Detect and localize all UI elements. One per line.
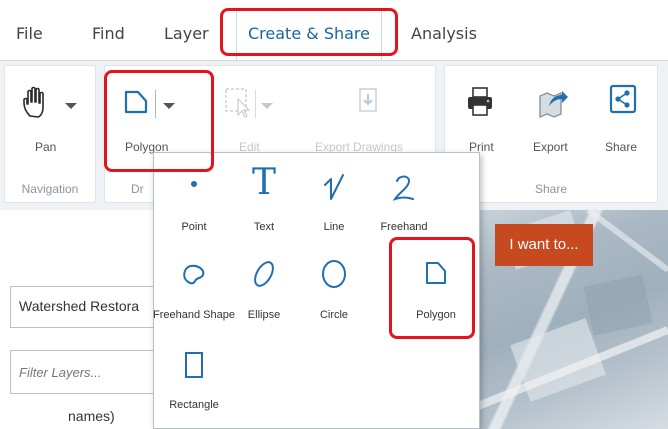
i-want-to-button[interactable]: I want to... [495, 224, 593, 266]
print-button[interactable]: Print [455, 78, 511, 158]
draw-rectangle-label: Rectangle [169, 399, 219, 411]
polygon-icon [426, 262, 446, 284]
draw-freehand-label: Freehand [380, 221, 428, 233]
tab-find[interactable]: Find [92, 24, 125, 43]
polygon-caret-icon[interactable] [163, 103, 175, 109]
draw-text-label: Text [253, 221, 275, 233]
navigation-group-label: Navigation [21, 182, 79, 196]
polygon-icon [124, 90, 148, 114]
pan-tool[interactable]: Pan [15, 78, 85, 158]
export-button[interactable]: Export [523, 78, 585, 158]
edit-caret-icon[interactable] [261, 103, 273, 109]
draw-point-item[interactable]: Point [156, 161, 232, 251]
export-drawings-tool[interactable]: Export Drawings [309, 78, 429, 158]
pan-label: Pan [35, 140, 57, 154]
draw-line-item[interactable]: Line [296, 161, 372, 251]
navigation-group: Pan Navigation [4, 65, 96, 203]
hand-icon [23, 86, 44, 118]
draw-polygon-item[interactable]: Polygon [398, 253, 474, 343]
edit-select-icon [225, 88, 251, 118]
draw-ellipse-label: Ellipse [247, 309, 281, 321]
printer-icon [468, 87, 492, 116]
draw-rectangle-item[interactable]: Rectangle [156, 347, 232, 429]
point-icon [191, 181, 197, 187]
draw-circle-label: Circle [319, 309, 349, 321]
line-icon [324, 174, 344, 200]
pan-caret-icon[interactable] [65, 103, 77, 109]
polygon-tool[interactable]: Polygon [111, 78, 207, 158]
export-map-icon [539, 91, 568, 118]
draw-freehand-shape-item[interactable]: Freehand Shape [153, 253, 235, 343]
draw-freehand-shape-label: Freehand Shape [153, 309, 235, 321]
ellipse-icon [254, 261, 274, 287]
circle-icon [322, 260, 346, 288]
tab-create-share[interactable]: Create & Share [248, 24, 370, 43]
tab-file[interactable]: File [16, 24, 43, 43]
draw-polygon-label: Polygon [416, 309, 456, 321]
ribbon-tab-bar: File Find Layer Create & Share Analysis [0, 0, 668, 62]
draw-point-label: Point [181, 221, 207, 233]
draw-text-item[interactable]: T Text [226, 161, 302, 251]
export-label: Export [533, 140, 568, 154]
draw-freehand-item[interactable]: Freehand [366, 161, 442, 251]
text-icon: T [251, 162, 277, 203]
polygon-separator [155, 90, 156, 118]
draw-line-label: Line [323, 221, 345, 233]
draw-circle-item[interactable]: Circle [296, 253, 372, 343]
freehand-icon [392, 175, 414, 201]
tab-layer[interactable]: Layer [164, 24, 209, 43]
rectangle-icon [185, 352, 203, 378]
export-drawings-icon [359, 88, 377, 112]
edit-separator [255, 90, 256, 118]
freehand-shape-icon [183, 264, 205, 285]
draw-group-label: Dr [131, 182, 144, 196]
tab-analysis[interactable]: Analysis [411, 24, 477, 43]
share-button[interactable]: Share [595, 78, 651, 158]
share-label: Share [605, 140, 638, 154]
share-icon [609, 84, 637, 114]
edit-tool[interactable]: Edit [219, 78, 289, 158]
draw-tools-menu: Point T Text Line Freehand Freehand Shap… [153, 152, 480, 429]
layer-names-text: names) [68, 408, 115, 424]
draw-ellipse-item[interactable]: Ellipse [226, 253, 302, 343]
